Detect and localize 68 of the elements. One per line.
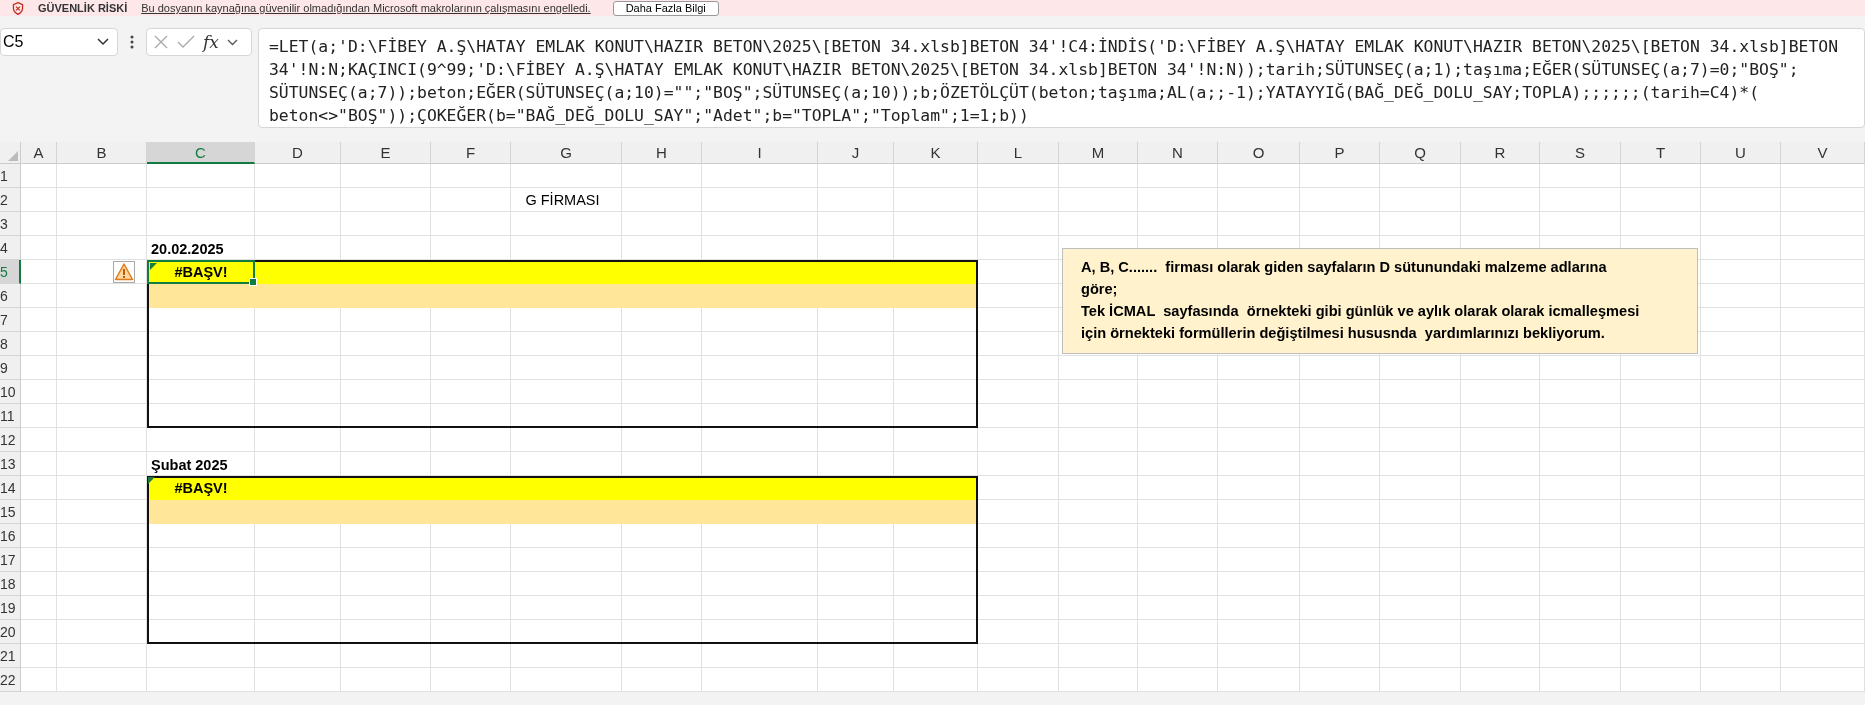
row-header[interactable]: 9	[0, 356, 21, 380]
enter-check-icon[interactable]	[177, 35, 195, 49]
column-header[interactable]: R	[1461, 142, 1540, 164]
column-header[interactable]: M	[1059, 142, 1138, 164]
error-cell[interactable]: #BAŞV!	[147, 260, 255, 284]
row-header[interactable]: 4	[0, 236, 21, 260]
more-info-button[interactable]: Daha Fazla Bilgi	[612, 0, 719, 16]
error-indicator-icon	[148, 477, 155, 484]
security-warning-title: GÜVENLİK RİSKİ	[38, 2, 128, 14]
row-header[interactable]: 13	[0, 452, 21, 476]
error-cell[interactable]: #BAŞV!	[147, 476, 255, 500]
column-header[interactable]: U	[1701, 142, 1781, 164]
row-header[interactable]: 5	[0, 260, 21, 284]
row-header[interactable]: 14	[0, 476, 21, 500]
column-header[interactable]: S	[1540, 142, 1621, 164]
note-paragraph: Tek İCMAL sayfasında örnekteki gibi günlük ve aylık olarak olarak icmalleşmesi için örnekteki formüllerin değiştilmesi hususnda yardımlarınızı bekliyorum.	[1081, 302, 1641, 343]
shield-x-icon	[12, 1, 24, 15]
column-header[interactable]: O	[1218, 142, 1300, 164]
row-header[interactable]: 8	[0, 332, 21, 356]
insert-function-button[interactable]: fx	[203, 32, 219, 52]
column-header[interactable]: G	[511, 142, 622, 164]
column-header[interactable]: E	[341, 142, 431, 164]
cancel-icon[interactable]	[153, 34, 169, 50]
row-header[interactable]: 15	[0, 500, 21, 524]
column-header[interactable]: I	[702, 142, 818, 164]
warning-icon[interactable]	[113, 261, 135, 283]
column-header[interactable]: K	[894, 142, 978, 164]
chevron-down-icon	[97, 38, 109, 46]
row-header[interactable]: 6	[0, 284, 21, 308]
row-header[interactable]: 17	[0, 548, 21, 572]
row-header[interactable]: 3	[0, 212, 21, 236]
column-header[interactable]: N	[1138, 142, 1218, 164]
column-header[interactable]: J	[818, 142, 894, 164]
row-header[interactable]: 2	[0, 188, 21, 212]
row-header[interactable]: 21	[0, 644, 21, 668]
column-header[interactable]: A	[21, 142, 57, 164]
sheet-title: G FİRMASI	[524, 191, 601, 210]
row-header[interactable]: 11	[0, 404, 21, 428]
column-header[interactable]: Q	[1380, 142, 1461, 164]
row-header[interactable]: 20	[0, 620, 21, 644]
row-header[interactable]: 18	[0, 572, 21, 596]
column-header[interactable]: B	[57, 142, 147, 164]
row-header[interactable]: 12	[0, 428, 21, 452]
column-header[interactable]: T	[1621, 142, 1701, 164]
row-header[interactable]: 16	[0, 524, 21, 548]
column-header[interactable]: D	[255, 142, 341, 164]
more-options-icon[interactable]	[130, 35, 134, 49]
row-header[interactable]: 22	[0, 668, 21, 692]
row-header[interactable]: 10	[0, 380, 21, 404]
corner-triangle-icon	[8, 151, 18, 161]
date-heading: 20.02.2025	[150, 240, 225, 259]
row-header[interactable]: 1	[0, 164, 21, 188]
name-box[interactable]: C5	[0, 28, 118, 56]
date-heading: Şubat 2025	[150, 456, 229, 475]
chevron-down-icon[interactable]	[226, 38, 238, 46]
column-header[interactable]: F	[431, 142, 511, 164]
note-paragraph: A, B, C....... firması olarak giden sayfaların D sütunundaki malzeme adlarına göre;	[1081, 258, 1608, 299]
row-header[interactable]: 19	[0, 596, 21, 620]
security-warning-message[interactable]: Bu dosyanın kaynağına güvenilir olmadığından Microsoft makrolarının çalışmasını engelledi.	[141, 2, 591, 14]
fill-handle[interactable]	[249, 278, 257, 286]
error-indicator-icon	[150, 263, 157, 270]
column-header[interactable]: H	[622, 142, 702, 164]
row-header[interactable]: 7	[0, 308, 21, 332]
formula-field[interactable]: =LET(a;'D:\FİBEY A.Ş\HATAY EMLAK KONUT\HAZIR BETON\2025\[BETON 34.xlsb]BETON 34'!C4:İNDİS('D:\FİBEY A.Ş\HATAY EMLAK KONUT\HAZIR BETON\2025\[BETON 34.xlsb]BETON 34'!N:N;KAÇINCI(9^99;'D:\FİBEY A.Ş\HATAY EMLAK KONUT\HAZIR BETON\2025\[BETON 34.xlsb]BETON 34'!N:N));tarih;SÜTUNSEÇ(a;1);taşıma;EĞER(SÜTUNSEÇ(a;7)=0;"BOŞ"; SÜTUNSEÇ(a;7));beton;EĞER(SÜTUNSEÇ(a;10)="";"BOŞ";SÜTUNSEÇ(a;10));b;ÖZETÖLÇÜT(beton;taşıma;AL(a;;-1);YATAYYIĞ(BAĞ_DEĞ_DOLU_SAY;TOPLA);;;;;;(tarih=C4)*( beton<>"BOŞ"));ÇOKEĞER(b="BAĞ_DEĞ_DOLU_SAY";"Adet";b="TOPLA";"Toplam";1=1;b))	[258, 28, 1865, 128]
column-header[interactable]: V	[1781, 142, 1865, 164]
column-header[interactable]: C	[147, 142, 255, 164]
column-header[interactable]: L	[978, 142, 1059, 164]
column-header[interactable]: P	[1300, 142, 1380, 164]
